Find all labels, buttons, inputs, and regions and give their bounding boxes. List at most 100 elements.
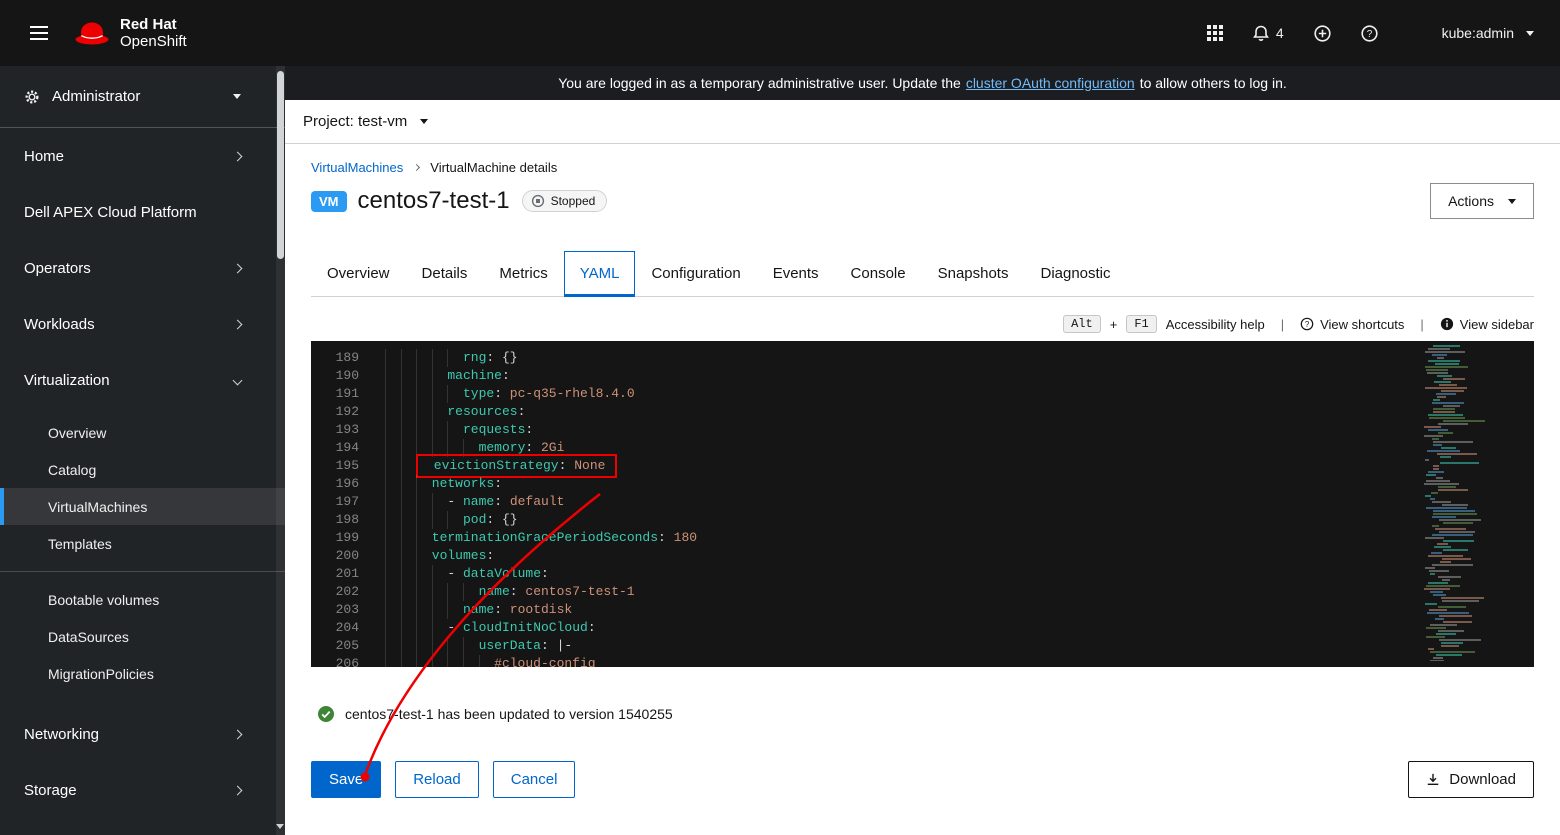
brand-logo: Red Hat OpenShift xyxy=(74,16,187,50)
view-sidebar-link[interactable]: View sidebar xyxy=(1440,317,1534,332)
page-title: centos7-test-1 xyxy=(358,187,510,215)
line-number: 201 xyxy=(311,565,385,583)
indent-guide xyxy=(385,547,401,565)
tab-metrics[interactable]: Metrics xyxy=(483,251,563,296)
code-token: type xyxy=(463,386,494,401)
sidebar-item-overview[interactable]: Overview xyxy=(0,414,285,451)
scrollbar-thumb[interactable] xyxy=(277,71,284,259)
tab-overview[interactable]: Overview xyxy=(311,251,406,296)
indent-guide xyxy=(432,385,448,403)
indent-guide xyxy=(479,655,495,667)
sidebar-item-catalog[interactable]: Catalog xyxy=(0,451,285,488)
tab-diagnostic[interactable]: Diagnostic xyxy=(1024,251,1126,296)
scrollbar-down-arrow-icon[interactable] xyxy=(276,824,284,829)
indent-guide xyxy=(432,565,448,583)
sidebar-item-networking[interactable]: Networking xyxy=(0,706,285,762)
code-token: terminationGracePeriodSeconds xyxy=(432,530,658,545)
accessibility-help-label: Accessibility help xyxy=(1166,317,1265,332)
nav-divider xyxy=(0,571,285,572)
sidebar-item-storage[interactable]: Storage xyxy=(0,762,285,818)
chevron-right-icon xyxy=(233,785,243,795)
tab-console[interactable]: Console xyxy=(835,251,922,296)
code-line-202[interactable]: 202 name: centos7-test-1 xyxy=(311,583,1534,601)
indent-guide xyxy=(432,655,448,667)
sidebar-item-datasources[interactable]: DataSources xyxy=(0,618,285,655)
nav-toggle-button[interactable] xyxy=(26,18,52,48)
code-line-204[interactable]: 204 - cloudInitNoCloud: xyxy=(311,619,1534,637)
indent-guide xyxy=(385,385,401,403)
indent-guide xyxy=(416,421,432,439)
breadcrumb-virtualmachines[interactable]: VirtualMachines xyxy=(311,160,403,175)
code-line-192[interactable]: 192 resources: xyxy=(311,403,1534,421)
code-token: centos7-test-1 xyxy=(525,584,634,599)
project-selector[interactable]: Project: test-vm xyxy=(303,113,428,130)
sidebar-item-virtualmachines[interactable]: VirtualMachines xyxy=(0,488,285,525)
chevron-right-icon xyxy=(413,164,420,171)
line-content: evictionStrategy: None xyxy=(385,457,607,475)
code-line-195[interactable]: 195 evictionStrategy: None xyxy=(311,457,1534,475)
code-line-189[interactable]: 189 rng: {} xyxy=(311,349,1534,367)
code-line-199[interactable]: 199 terminationGracePeriodSeconds: 180 xyxy=(311,529,1534,547)
sidebar-item-dell-apex-cloud-platform[interactable]: Dell APEX Cloud Platform xyxy=(0,184,285,240)
app-launcher-button[interactable] xyxy=(1207,25,1223,41)
sidebar-item-home[interactable]: Home xyxy=(0,128,285,184)
code-line-198[interactable]: 198 pod: {} xyxy=(311,511,1534,529)
line-number: 204 xyxy=(311,619,385,637)
sidebar-item-virtualization[interactable]: Virtualization xyxy=(0,352,285,408)
cancel-button[interactable]: Cancel xyxy=(493,761,576,798)
sidebar-item-workloads[interactable]: Workloads xyxy=(0,296,285,352)
sidebar-item-templates[interactable]: Templates xyxy=(0,525,285,562)
code-token: name xyxy=(463,602,494,617)
chevron-right-icon xyxy=(233,151,243,161)
code-line-205[interactable]: 205 userData: |- xyxy=(311,637,1534,655)
save-button[interactable]: Save xyxy=(311,761,381,798)
code-token: cloudInitNoCloud xyxy=(463,620,588,635)
code-token: #cloud-config xyxy=(494,656,595,667)
code-line-196[interactable]: 196 networks: xyxy=(311,475,1534,493)
code-token: : xyxy=(494,386,510,401)
indent-guide xyxy=(401,511,417,529)
indent-guide xyxy=(432,619,448,637)
indent-guide xyxy=(432,601,448,619)
oauth-configuration-link[interactable]: cluster OAuth configuration xyxy=(966,75,1135,91)
tab-details[interactable]: Details xyxy=(406,251,484,296)
tab-events[interactable]: Events xyxy=(757,251,835,296)
code-line-201[interactable]: 201 - dataVolume: xyxy=(311,565,1534,583)
sidebar-item-bootable-volumes[interactable]: Bootable volumes xyxy=(0,581,285,618)
notifications-button[interactable]: 4 xyxy=(1253,25,1284,42)
indent-guide xyxy=(432,637,448,655)
code-line-203[interactable]: 203 name: rootdisk xyxy=(311,601,1534,619)
tab-snapshots[interactable]: Snapshots xyxy=(922,251,1025,296)
sidebar-scrollbar[interactable] xyxy=(276,66,285,835)
code-line-193[interactable]: 193 requests: xyxy=(311,421,1534,439)
indent-guide xyxy=(447,601,463,619)
indent-guide xyxy=(432,511,448,529)
line-content: name: centos7-test-1 xyxy=(385,583,635,601)
view-shortcuts-link[interactable]: ? View shortcuts xyxy=(1300,317,1404,332)
code-line-200[interactable]: 200 volumes: xyxy=(311,547,1534,565)
code-line-191[interactable]: 191 type: pc-q35-rhel8.4.0 xyxy=(311,385,1534,403)
editor-minimap[interactable] xyxy=(1424,345,1498,661)
indent-guide xyxy=(416,511,432,529)
sidebar-item-migrationpolicies[interactable]: MigrationPolicies xyxy=(0,655,285,692)
code-line-190[interactable]: 190 machine: xyxy=(311,367,1534,385)
banner-text-suffix: to allow others to log in. xyxy=(1140,75,1287,91)
indent-guide xyxy=(416,529,432,547)
yaml-editor[interactable]: 189 rng: {}190 machine:191 type: pc-q35-… xyxy=(311,341,1534,667)
reload-button[interactable]: Reload xyxy=(395,761,479,798)
tab-configuration[interactable]: Configuration xyxy=(635,251,756,296)
sidebar-item-operators[interactable]: Operators xyxy=(0,240,285,296)
code-token: networks xyxy=(432,476,494,491)
perspective-switcher[interactable]: Administrator xyxy=(0,66,285,128)
user-menu[interactable]: kube:admin xyxy=(1442,25,1534,41)
actions-dropdown[interactable]: Actions xyxy=(1430,183,1534,219)
code-line-206[interactable]: 206 #cloud-config xyxy=(311,655,1534,667)
vm-badge: VM xyxy=(311,191,347,212)
quick-create-button[interactable] xyxy=(1314,25,1331,42)
separator: | xyxy=(1420,317,1423,332)
indent-guide xyxy=(416,655,432,667)
tab-yaml[interactable]: YAML xyxy=(564,251,636,296)
help-button[interactable]: ? xyxy=(1361,25,1378,42)
code-line-197[interactable]: 197 - name: default xyxy=(311,493,1534,511)
download-button[interactable]: Download xyxy=(1408,761,1534,798)
